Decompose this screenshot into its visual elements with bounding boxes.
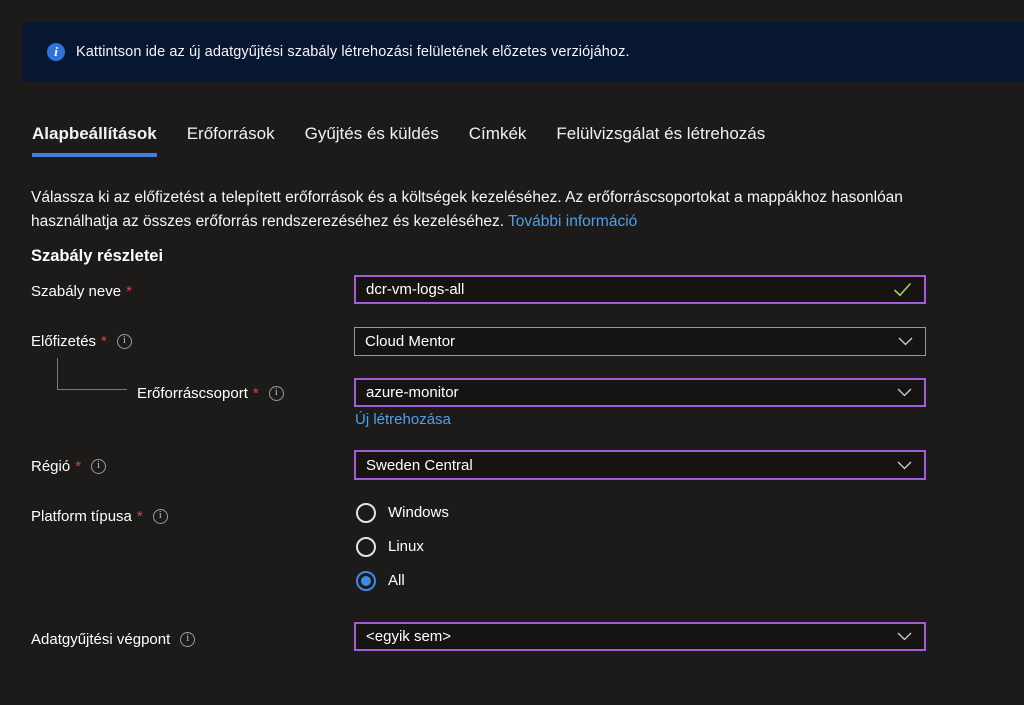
chevron-down-icon <box>897 388 912 397</box>
rule-name-field <box>354 275 926 304</box>
info-icon <box>47 43 65 61</box>
platform-radio-group: Windows Linux All <box>356 502 449 591</box>
intro-paragraph: Válassza ki az előfizetést a telepített … <box>31 186 931 234</box>
required-asterisk: * <box>253 385 259 402</box>
endpoint-dropdown[interactable]: <egyik sem> <box>354 622 926 651</box>
region-label-text: Régió <box>31 458 70 475</box>
resource-group-value: azure-monitor <box>366 384 459 401</box>
radio-label-linux: Linux <box>388 538 424 555</box>
radio-option-all[interactable]: All <box>356 570 449 591</box>
create-new-resource-group-link[interactable]: Új létrehozása <box>355 411 451 428</box>
endpoint-label: Adatgyűjtési végpont <box>31 629 195 649</box>
chevron-down-icon <box>897 632 912 641</box>
intro-text: Válassza ki az előfizetést a telepített … <box>31 189 903 230</box>
platform-type-label: Platform típusa * <box>31 506 168 526</box>
subscription-label-text: Előfizetés <box>31 333 96 350</box>
radio-label-windows: Windows <box>388 504 449 521</box>
valid-check-icon <box>893 282 912 297</box>
chevron-down-icon <box>897 461 912 470</box>
radio-icon <box>356 503 376 523</box>
tab-resources[interactable]: Erőforrások <box>187 124 275 157</box>
tab-tags[interactable]: Címkék <box>469 124 527 157</box>
required-asterisk: * <box>126 283 132 300</box>
chevron-down-icon <box>898 337 913 346</box>
resource-group-label: Erőforráscsoport * <box>137 383 284 403</box>
subscription-label: Előfizetés * <box>31 331 132 351</box>
learn-more-link[interactable]: További információ <box>508 213 637 230</box>
endpoint-info-icon[interactable] <box>180 632 195 647</box>
section-title: Szabály részletei <box>31 247 163 266</box>
required-asterisk: * <box>75 458 81 475</box>
region-dropdown[interactable]: Sweden Central <box>354 450 926 480</box>
basics-form-page: { "banner": { "icon": "info-icon", "text… <box>0 0 1024 705</box>
resource-group-dropdown[interactable]: azure-monitor <box>354 378 926 407</box>
subscription-dropdown[interactable]: Cloud Mentor <box>354 327 926 356</box>
region-value: Sweden Central <box>366 457 473 474</box>
tree-elbow-connector <box>57 358 127 390</box>
radio-option-linux[interactable]: Linux <box>356 536 449 557</box>
tab-review-create[interactable]: Felülvizsgálat és létrehozás <box>556 124 765 157</box>
subscription-value: Cloud Mentor <box>365 333 455 350</box>
required-asterisk: * <box>101 333 107 350</box>
rule-name-label: Szabály neve * <box>31 281 132 301</box>
rule-name-input[interactable] <box>356 277 893 302</box>
subscription-info-icon[interactable] <box>117 334 132 349</box>
tab-bar: Alapbeállítások Erőforrások Gyűjtés és k… <box>32 124 765 157</box>
tab-collect-and-deliver[interactable]: Gyűjtés és küldés <box>305 124 439 157</box>
tab-basics[interactable]: Alapbeállítások <box>32 124 157 157</box>
radio-icon <box>356 537 376 557</box>
preview-banner[interactable]: Kattintson ide az új adatgyűjtési szabál… <box>22 22 1024 82</box>
radio-label-all: All <box>388 572 405 589</box>
banner-message: Kattintson ide az új adatgyűjtési szabál… <box>76 44 630 60</box>
rule-name-label-text: Szabály neve <box>31 283 121 300</box>
endpoint-value: <egyik sem> <box>366 628 451 645</box>
radio-selected-icon <box>356 571 376 591</box>
region-label: Régió * <box>31 456 106 476</box>
radio-option-windows[interactable]: Windows <box>356 502 449 523</box>
region-info-icon[interactable] <box>91 459 106 474</box>
resource-group-label-text: Erőforráscsoport <box>137 385 248 402</box>
endpoint-label-text: Adatgyűjtési végpont <box>31 631 170 648</box>
resource-group-info-icon[interactable] <box>269 386 284 401</box>
required-asterisk: * <box>137 508 143 525</box>
platform-info-icon[interactable] <box>153 509 168 524</box>
platform-type-label-text: Platform típusa <box>31 508 132 525</box>
